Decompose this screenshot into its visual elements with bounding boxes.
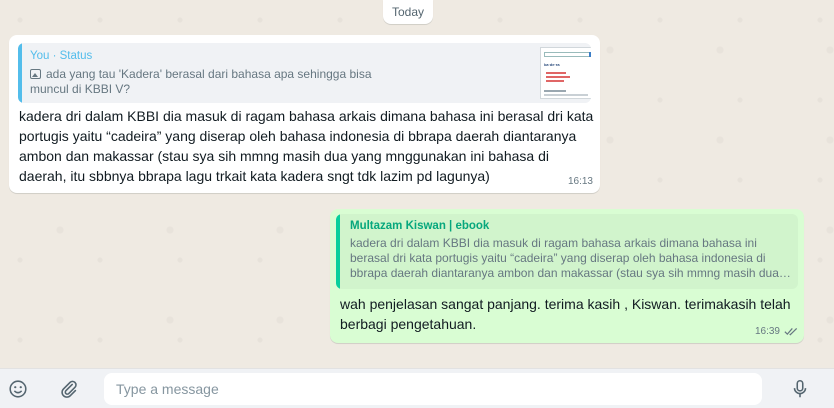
thumbnail-line	[546, 80, 564, 82]
emoji-icon[interactable]	[7, 378, 29, 400]
thumbnail-line	[544, 90, 566, 92]
quoted-status[interactable]: You · Status ada yang tau 'Kadera' beras…	[18, 43, 591, 103]
quote-text: ada yang tau 'Kadera' berasal dari bahas…	[30, 67, 395, 97]
chat-area: Today You · Status ada yang tau 'Kadera'…	[0, 0, 834, 368]
quote-text: kadera dri dalam KBBI dia masuk di ragam…	[350, 236, 779, 280]
status-thumbnail[interactable]: ka·de·ra	[540, 47, 591, 99]
paperclip-icon[interactable]	[58, 378, 80, 400]
message-meta: 16:39	[755, 326, 798, 337]
quoted-message[interactable]: Multazam Kiswan | ebook kadera dri dalam…	[336, 214, 798, 289]
image-icon	[30, 69, 41, 79]
thumbnail-search-button	[589, 52, 591, 57]
message-time: 16:13	[567, 176, 593, 187]
thumbnail-headword: ka·de·ra	[544, 62, 560, 67]
thumbnail-search-bar	[544, 52, 590, 57]
microphone-icon[interactable]	[789, 378, 811, 400]
quote-author: You · Status	[30, 50, 93, 62]
incoming-message[interactable]: You · Status ada yang tau 'Kadera' beras…	[9, 35, 600, 193]
quote-accent-bar	[336, 214, 340, 289]
message-time: 16:39	[754, 326, 780, 337]
message-input[interactable]	[104, 373, 762, 405]
thumbnail-line	[546, 72, 566, 74]
quote-accent-bar	[18, 43, 22, 103]
thumbnail-line	[544, 94, 588, 96]
quote-text-content: ada yang tau 'Kadera' berasal dari bahas…	[30, 67, 372, 96]
message-text: wah penjelasan sangat panjang. terima ka…	[340, 296, 791, 332]
date-divider: Today	[383, 0, 433, 24]
thumbnail-line	[546, 76, 570, 78]
message-text: kadera dri dalam KBBI dia masuk di ragam…	[19, 108, 594, 184]
message-composer	[0, 368, 834, 408]
double-check-icon	[784, 327, 798, 336]
outgoing-message[interactable]: Multazam Kiswan | ebook kadera dri dalam…	[330, 209, 804, 343]
quote-author: Multazam Kiswan | ebook	[350, 220, 490, 232]
